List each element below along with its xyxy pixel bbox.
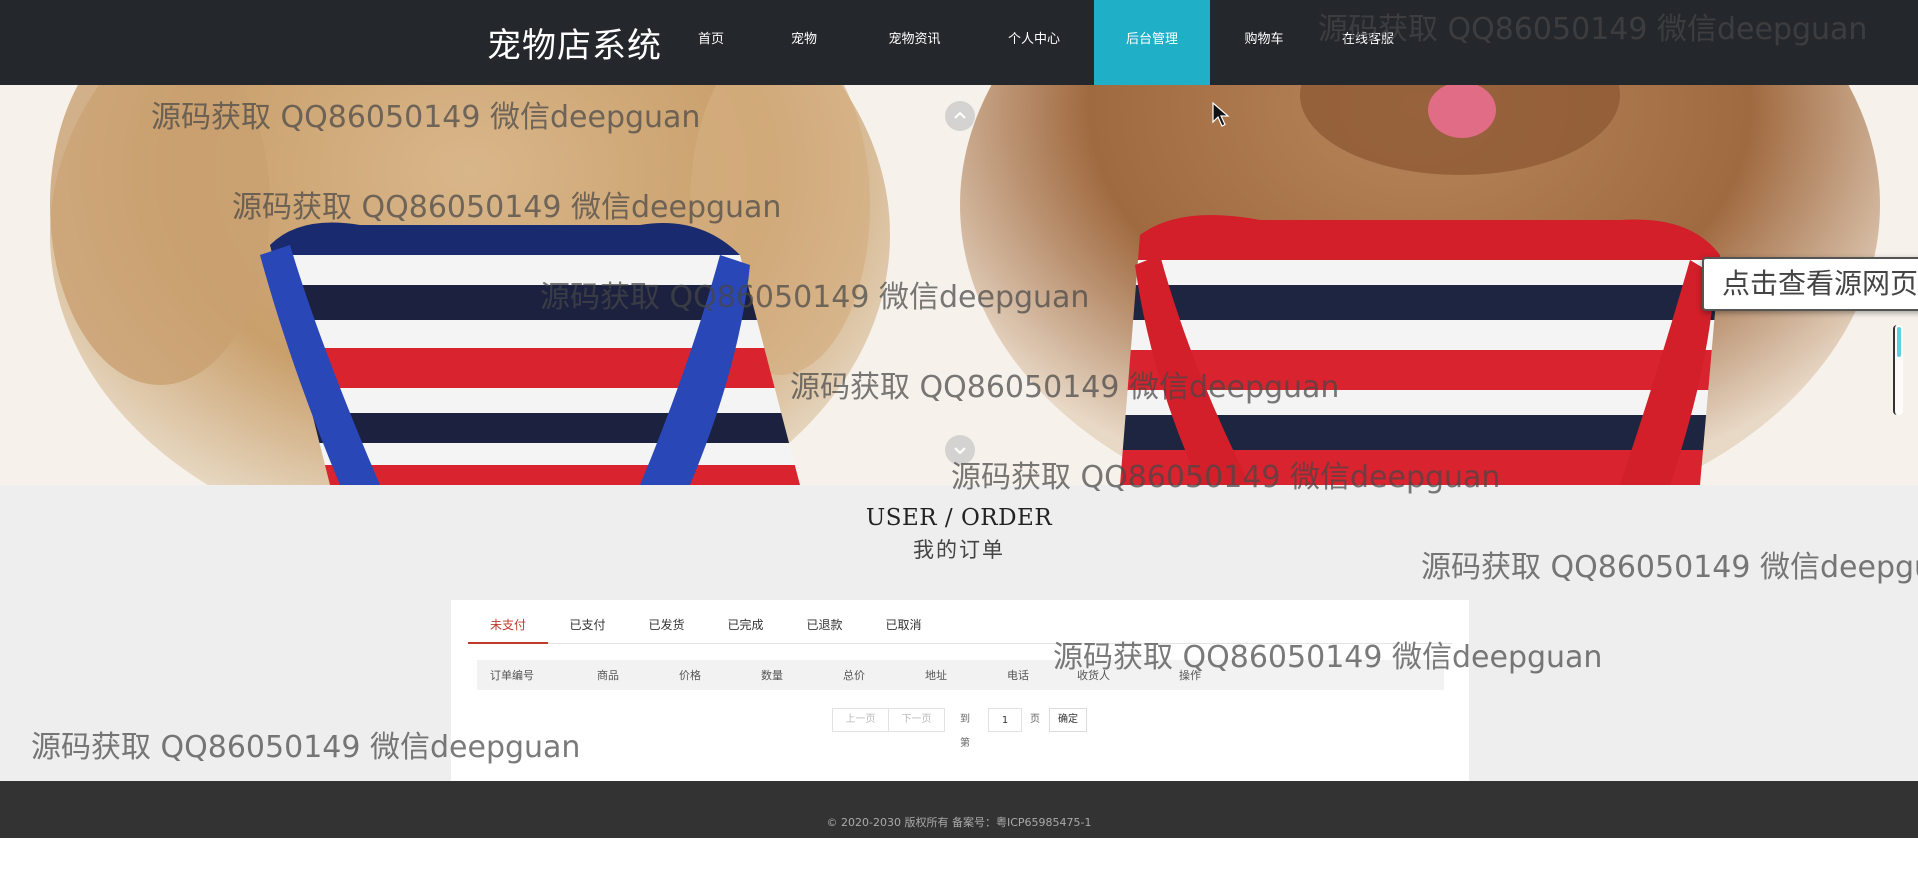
page-unit-label: 页 — [1030, 714, 1040, 725]
page: 宠物店系统 首页 宠物 宠物资讯 个人中心 后台管理 购物车 在线客服 点击查看… — [0, 0, 1918, 896]
view-source-button[interactable]: 点击查看源网页 — [1702, 257, 1918, 311]
column-header-quantity: 数量 — [761, 669, 783, 682]
nav-item-personal-center[interactable]: 个人中心 — [974, 0, 1094, 85]
column-header-recipient: 收货人 — [1077, 669, 1110, 682]
order-table-header: 订单编号 商品 价格 数量 总价 地址 电话 收货人 操作 — [477, 660, 1444, 690]
column-header-order-number: 订单编号 — [490, 669, 534, 682]
tab-completed[interactable]: 已完成 — [706, 608, 785, 644]
carousel-next-button[interactable] — [945, 435, 975, 465]
chevron-down-icon — [954, 447, 966, 455]
goto-page-confirm-button[interactable]: 确定 — [1049, 708, 1087, 732]
next-page-button[interactable]: 下一页 — [888, 708, 945, 732]
nav-item-pets[interactable]: 宠物 — [753, 0, 855, 85]
main-nav: 首页 宠物 宠物资讯 个人中心 后台管理 购物车 在线客服 — [669, 0, 1418, 85]
column-header-total: 总价 — [843, 669, 865, 682]
order-status-tabs: 未支付 已支付 已发货 已完成 已退款 已取消 — [468, 608, 1452, 644]
prev-page-button[interactable]: 上一页 — [832, 708, 889, 732]
site-brand[interactable]: 宠物店系统 — [487, 18, 662, 67]
tab-paid[interactable]: 已支付 — [548, 608, 627, 644]
column-header-phone: 电话 — [1007, 669, 1029, 682]
footer: © 2020-2030 版权所有 备案号：粤ICP65985475-1 — [0, 781, 1918, 838]
goto-page-label: 到第 — [960, 714, 970, 749]
footer-copyright: © 2020-2030 版权所有 备案号：粤ICP65985475-1 — [826, 816, 1092, 829]
tab-unpaid[interactable]: 未支付 — [468, 608, 548, 644]
tab-refunded[interactable]: 已退款 — [785, 608, 864, 644]
banner-carousel: 点击查看源网页 — [0, 85, 1918, 485]
carousel-prev-button[interactable] — [945, 101, 975, 131]
column-header-actions: 操作 — [1179, 669, 1201, 682]
column-header-address: 地址 — [925, 669, 947, 682]
section-subtitle: 我的订单 — [913, 538, 1005, 562]
tab-shipped[interactable]: 已发货 — [627, 608, 706, 644]
column-header-price: 价格 — [679, 669, 701, 682]
nav-item-online-service[interactable]: 在线客服 — [1318, 0, 1418, 85]
section-title: USER / ORDER — [865, 505, 1053, 531]
column-header-product: 商品 — [597, 669, 619, 682]
side-scroll-thumb[interactable] — [1897, 327, 1901, 357]
mouse-cursor-icon — [1212, 102, 1230, 127]
nav-item-pet-news[interactable]: 宠物资讯 — [855, 0, 974, 85]
banner-image — [0, 85, 1918, 485]
order-section: USER / ORDER 我的订单 未支付 已支付 已发货 已完成 已退款 已取… — [0, 485, 1918, 781]
order-panel: 未支付 已支付 已发货 已完成 已退款 已取消 订单编号 商品 价格 数量 总价… — [451, 600, 1469, 781]
top-navbar: 宠物店系统 首页 宠物 宠物资讯 个人中心 后台管理 购物车 在线客服 — [0, 0, 1918, 85]
nav-item-cart[interactable]: 购物车 — [1210, 0, 1318, 85]
tab-cancelled[interactable]: 已取消 — [864, 608, 943, 644]
side-scroll-widget[interactable] — [1893, 325, 1903, 415]
chevron-up-icon — [954, 111, 966, 119]
nav-item-home[interactable]: 首页 — [669, 0, 753, 85]
nav-item-admin[interactable]: 后台管理 — [1094, 0, 1210, 85]
page-number-input[interactable] — [988, 708, 1022, 732]
